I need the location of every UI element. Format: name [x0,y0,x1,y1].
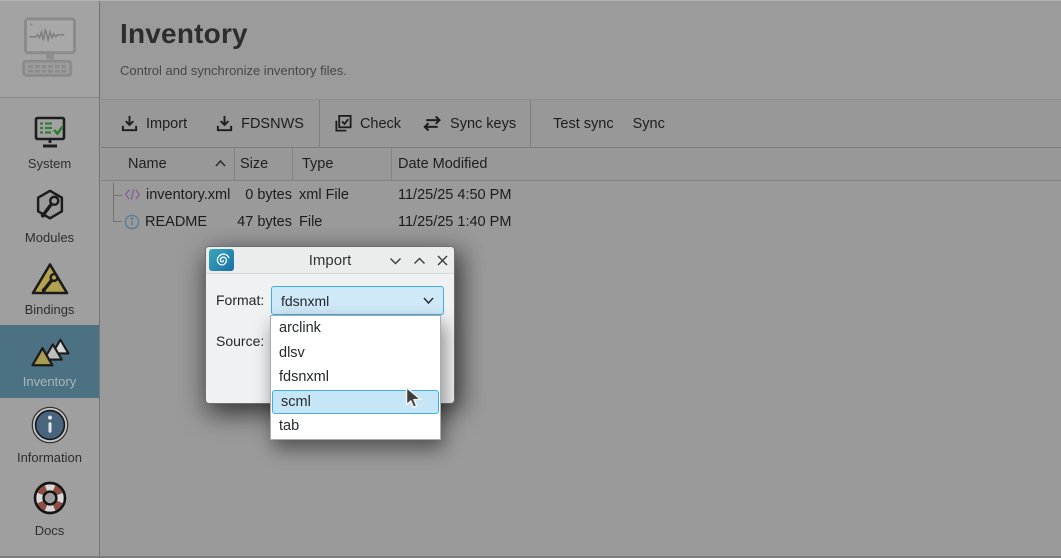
column-label: Name [128,156,167,172]
format-dropdown-list: arclink dlsv fdsnxml scml tab [270,315,441,440]
dropdown-option-tab[interactable]: tab [271,414,440,439]
sidebar-item-label: Bindings [25,302,75,317]
toolbar-separator [319,100,320,147]
sidebar-item-label: Modules [25,230,74,245]
sidebar-item-label: System [28,156,71,171]
download-icon [120,114,139,133]
column-label: Date Modified [398,156,487,172]
close-icon[interactable] [437,255,448,266]
dropdown-option-fdsnxml[interactable]: fdsnxml [271,365,440,390]
file-name: inventory.xml [146,187,230,203]
test-sync-button[interactable]: Test sync [553,116,613,132]
file-type: xml File [293,181,392,208]
tree-line [113,221,122,222]
download-icon [215,114,234,133]
inventory-mountains-icon [28,335,72,369]
sidebar-item-inventory[interactable]: Inventory [0,325,99,398]
information-circle-icon [30,405,70,445]
seismometer-computer-logo-icon [17,13,83,85]
import-button[interactable]: Import [120,114,187,133]
tree-line [113,183,114,222]
minimize-icon[interactable] [389,257,402,265]
sidebar: System Modules Bindings [0,1,100,558]
format-combobox[interactable]: fdsnxml [271,286,444,315]
info-circle-icon [124,214,140,230]
toolbar-separator [530,100,531,147]
inventory-file-table: Name Size Type Date Modified inventory.x… [101,148,1061,235]
file-name: README [145,214,207,230]
chevron-down-icon [423,297,434,304]
column-label: Size [240,156,268,172]
sidebar-item-modules[interactable]: Modules [0,179,99,252]
tree-line [113,195,122,196]
sidebar-item-bindings[interactable]: Bindings [0,252,99,325]
column-header-name[interactable]: Name [101,148,235,180]
table-row-readme[interactable]: README 47 bytes File 11/25/25 1:40 PM [101,208,1061,235]
sidebar-item-label: Inventory [23,374,76,389]
sidebar-item-docs[interactable]: Docs [0,471,99,544]
system-monitor-icon [30,115,70,151]
file-type: File [293,208,392,235]
column-header-type[interactable]: Type [293,148,392,180]
import-button-label: Import [146,116,187,132]
file-size: 0 bytes [235,181,293,208]
docs-lifebuoy-icon [30,478,70,518]
table-header-row: Name Size Type Date Modified [101,148,1061,181]
check-box-icon [334,114,353,133]
toolbar: Import FDSNWS Check Sync keys [101,99,1061,148]
sidebar-item-label: Information [17,450,82,465]
dropdown-option-arclink[interactable]: arclink [271,316,440,341]
file-date-modified: 11/25/25 4:50 PM [392,181,1061,208]
file-size: 47 bytes [235,208,293,235]
fdsnws-button-label: FDSNWS [241,116,304,132]
column-label: Type [302,156,333,172]
sidebar-nav: System Modules Bindings [0,98,99,544]
source-label: Source: [216,333,264,349]
sidebar-item-system[interactable]: System [0,106,99,179]
file-date-modified: 11/25/25 1:40 PM [392,208,1061,235]
scconfig-window: System Modules Bindings [0,0,1061,558]
page-subtitle: Control and synchronize inventory files. [120,63,1061,78]
dropdown-option-scml[interactable]: scml [272,390,439,415]
test-sync-button-label: Test sync [553,116,613,132]
sync-keys-button[interactable]: Sync keys [421,115,516,132]
dropdown-option-dlsv[interactable]: dlsv [271,341,440,366]
sync-keys-button-label: Sync keys [450,116,516,132]
app-logo [0,1,99,98]
check-button[interactable]: Check [334,114,401,133]
sidebar-item-information[interactable]: Information [0,398,99,471]
page-header: Inventory Control and synchronize invent… [101,1,1061,99]
module-hexagon-wrench-icon [30,187,70,225]
bindings-warning-wrench-icon [30,261,70,297]
fdsnws-button[interactable]: FDSNWS [215,114,304,133]
column-header-size[interactable]: Size [235,148,293,180]
dialog-titlebar[interactable]: Import [206,247,454,274]
column-header-date-modified[interactable]: Date Modified [392,148,1061,180]
sync-arrows-icon [421,115,443,132]
table-row-inventory-xml[interactable]: inventory.xml 0 bytes xml File 11/25/25 … [101,181,1061,208]
check-button-label: Check [360,116,401,132]
sync-button[interactable]: Sync [633,116,665,132]
xml-code-icon [124,188,141,201]
sync-button-label: Sync [633,116,665,132]
maximize-icon[interactable] [413,257,426,265]
format-combobox-value: fdsnxml [281,293,329,309]
sidebar-item-label: Docs [35,523,65,538]
page-title: Inventory [120,18,1061,50]
sort-ascending-icon [215,160,226,167]
format-label: Format: [216,292,264,308]
window-controls [389,247,448,274]
